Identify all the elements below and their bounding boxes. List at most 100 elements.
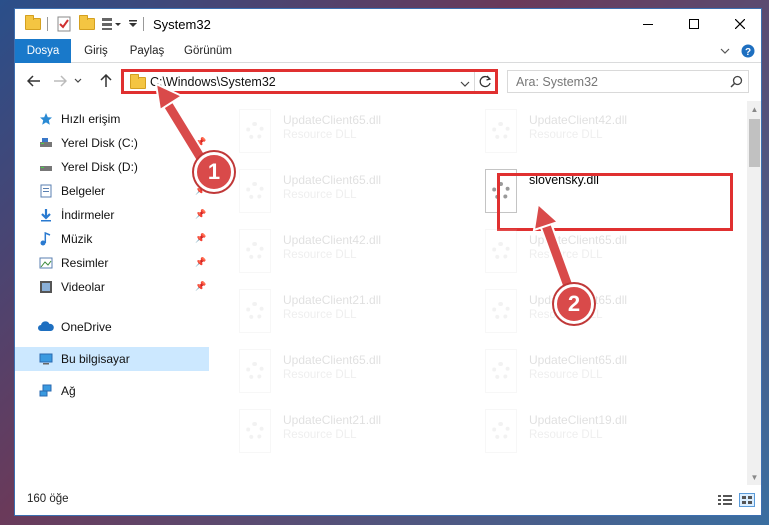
file-item[interactable]: UpdateClient21.dll Resource DLL — [211, 405, 451, 461]
dll-file-icon — [485, 409, 517, 453]
file-type: Resource DLL — [283, 249, 357, 261]
properties-icon — [57, 16, 71, 32]
folder-icon — [25, 15, 41, 30]
quick-access-dropdown[interactable] — [128, 15, 138, 33]
file-item[interactable]: UpdateClient65.dll Resource DLL — [457, 345, 697, 401]
help-button[interactable]: ? — [737, 39, 759, 63]
sidebar-item-documents[interactable]: Belgeler 📌 — [15, 179, 209, 203]
dll-file-icon — [239, 229, 271, 273]
tab-home[interactable]: Giriş — [75, 39, 117, 63]
sidebar-item-label: Yerel Disk (D:) — [61, 160, 138, 174]
sidebar-item-label: Ağ — [61, 384, 76, 398]
arrow-left-icon — [27, 75, 40, 87]
maximize-button[interactable] — [671, 9, 717, 39]
tab-view[interactable]: Görünüm — [179, 39, 237, 63]
scroll-down-arrow[interactable]: ▼ — [747, 469, 761, 485]
sidebar-item-music[interactable]: Müzik 📌 — [15, 227, 209, 251]
sidebar-item-label: Müzik — [61, 232, 93, 246]
search-input[interactable]: Ara: System32 — [507, 70, 749, 93]
cloud-icon — [38, 321, 54, 331]
forward-button[interactable] — [49, 71, 71, 91]
scroll-up-arrow[interactable]: ▲ — [747, 101, 761, 117]
sidebar-item-label: İndirmeler — [61, 208, 115, 222]
file-name: slovensky.dll — [529, 173, 599, 187]
pin-icon: 📌 — [195, 281, 207, 291]
file-type: Resource DLL — [529, 249, 603, 261]
sidebar-item-local-disk-d[interactable]: Yerel Disk (D:) 📌 — [15, 155, 209, 179]
dll-file-icon — [239, 289, 271, 333]
sidebar-item-downloads[interactable]: İndirmeler 📌 — [15, 203, 209, 227]
sidebar-item-label: Bu bilgisayar — [61, 352, 130, 366]
sidebar-item-pictures[interactable]: Resimler 📌 — [15, 251, 209, 275]
file-type: Resource DLL — [283, 369, 357, 381]
tab-share[interactable]: Paylaş — [123, 39, 171, 63]
file-name: UpdateClient42.dll — [529, 113, 628, 127]
drive-icon — [40, 138, 52, 147]
new-folder-icon — [79, 15, 95, 30]
ribbon-tabs: Dosya Giriş Paylaş Görünüm ? — [15, 39, 761, 63]
arrow-right-icon — [54, 75, 67, 87]
search-placeholder: Ara: System32 — [516, 75, 598, 89]
file-item-slovensky[interactable]: slovensky.dll — [457, 165, 697, 221]
sidebar-item-quick-access[interactable]: Hızlı erişim — [15, 107, 209, 131]
file-name: UpdateClient21.dll — [283, 293, 382, 307]
tab-file[interactable]: Dosya — [15, 39, 71, 63]
vertical-scrollbar[interactable]: ▲ ▼ — [747, 101, 761, 485]
dll-file-icon — [485, 229, 517, 273]
tiles-view-icon[interactable] — [739, 493, 755, 507]
sidebar-item-local-disk-c[interactable]: Yerel Disk (C:) 📌 — [15, 131, 209, 155]
file-item[interactable]: UpdateClient19.dll Resource DLL — [457, 405, 697, 461]
dll-file-icon — [239, 169, 271, 213]
sidebar-item-network[interactable]: Ağ — [15, 379, 209, 403]
new-folder-button[interactable] — [79, 15, 95, 33]
maximize-icon — [689, 19, 699, 29]
folder-icon — [130, 74, 146, 89]
scroll-thumb[interactable] — [749, 119, 760, 167]
download-icon — [41, 209, 51, 222]
file-name: UpdateClient42.dll — [283, 233, 382, 247]
file-type: Resource DLL — [529, 429, 603, 441]
file-type: Resource DLL — [529, 369, 603, 381]
details-view-icon[interactable] — [717, 493, 733, 507]
close-button[interactable] — [717, 9, 761, 39]
file-name: UpdateClient65.dll — [283, 113, 382, 127]
customize-button[interactable] — [101, 15, 123, 33]
sidebar-item-label: Belgeler — [61, 184, 106, 198]
toolbar-separator — [47, 17, 48, 31]
up-button[interactable] — [95, 71, 117, 91]
dll-file-icon — [485, 349, 517, 393]
step-badge-1: 1 — [194, 152, 234, 192]
recent-locations-button[interactable] — [71, 71, 85, 91]
customize-icon — [102, 18, 121, 30]
file-type: Resource DLL — [283, 309, 357, 321]
address-dropdown[interactable] — [460, 77, 470, 91]
file-item[interactable]: UpdateClient21.dll Resource DLL — [211, 285, 451, 341]
file-name: UpdateClient65.dll — [529, 353, 628, 367]
file-item[interactable]: UpdateClient42.dll Resource DLL — [211, 225, 451, 281]
properties-button[interactable] — [57, 15, 71, 33]
file-type: Resource DLL — [283, 129, 357, 141]
search-icon[interactable] — [730, 75, 743, 91]
title-bar: System32 — [15, 9, 761, 39]
window-title: System32 — [153, 17, 211, 32]
file-item[interactable]: UpdateClient65.dll Resource DLL — [211, 105, 451, 161]
file-item[interactable]: UpdateClient65.dll Resource DLL — [457, 225, 697, 281]
video-icon — [40, 281, 52, 293]
minimize-button[interactable] — [625, 9, 671, 39]
file-item[interactable]: UpdateClient42.dll Resource DLL — [457, 105, 697, 161]
sidebar-item-label: Yerel Disk (C:) — [61, 136, 138, 150]
address-bar[interactable]: C:\Windows\System32 — [121, 70, 497, 93]
back-button[interactable] — [23, 71, 45, 91]
file-item[interactable]: UpdateClient65.dll Resource DLL — [211, 165, 451, 221]
refresh-button[interactable] — [479, 75, 492, 91]
network-icon — [39, 384, 52, 397]
file-item[interactable]: UpdateClient65.dll Resource DLL — [211, 345, 451, 401]
chevron-down-icon — [460, 81, 470, 87]
toolbar-separator — [143, 17, 144, 31]
sidebar-item-onedrive[interactable]: OneDrive — [15, 315, 209, 339]
dll-file-icon — [239, 349, 271, 393]
sidebar-item-videos[interactable]: Videolar 📌 — [15, 275, 209, 299]
ribbon-expand-button[interactable] — [715, 39, 735, 63]
sidebar-item-this-pc[interactable]: Bu bilgisayar — [15, 347, 209, 371]
file-type: Resource DLL — [529, 129, 603, 141]
